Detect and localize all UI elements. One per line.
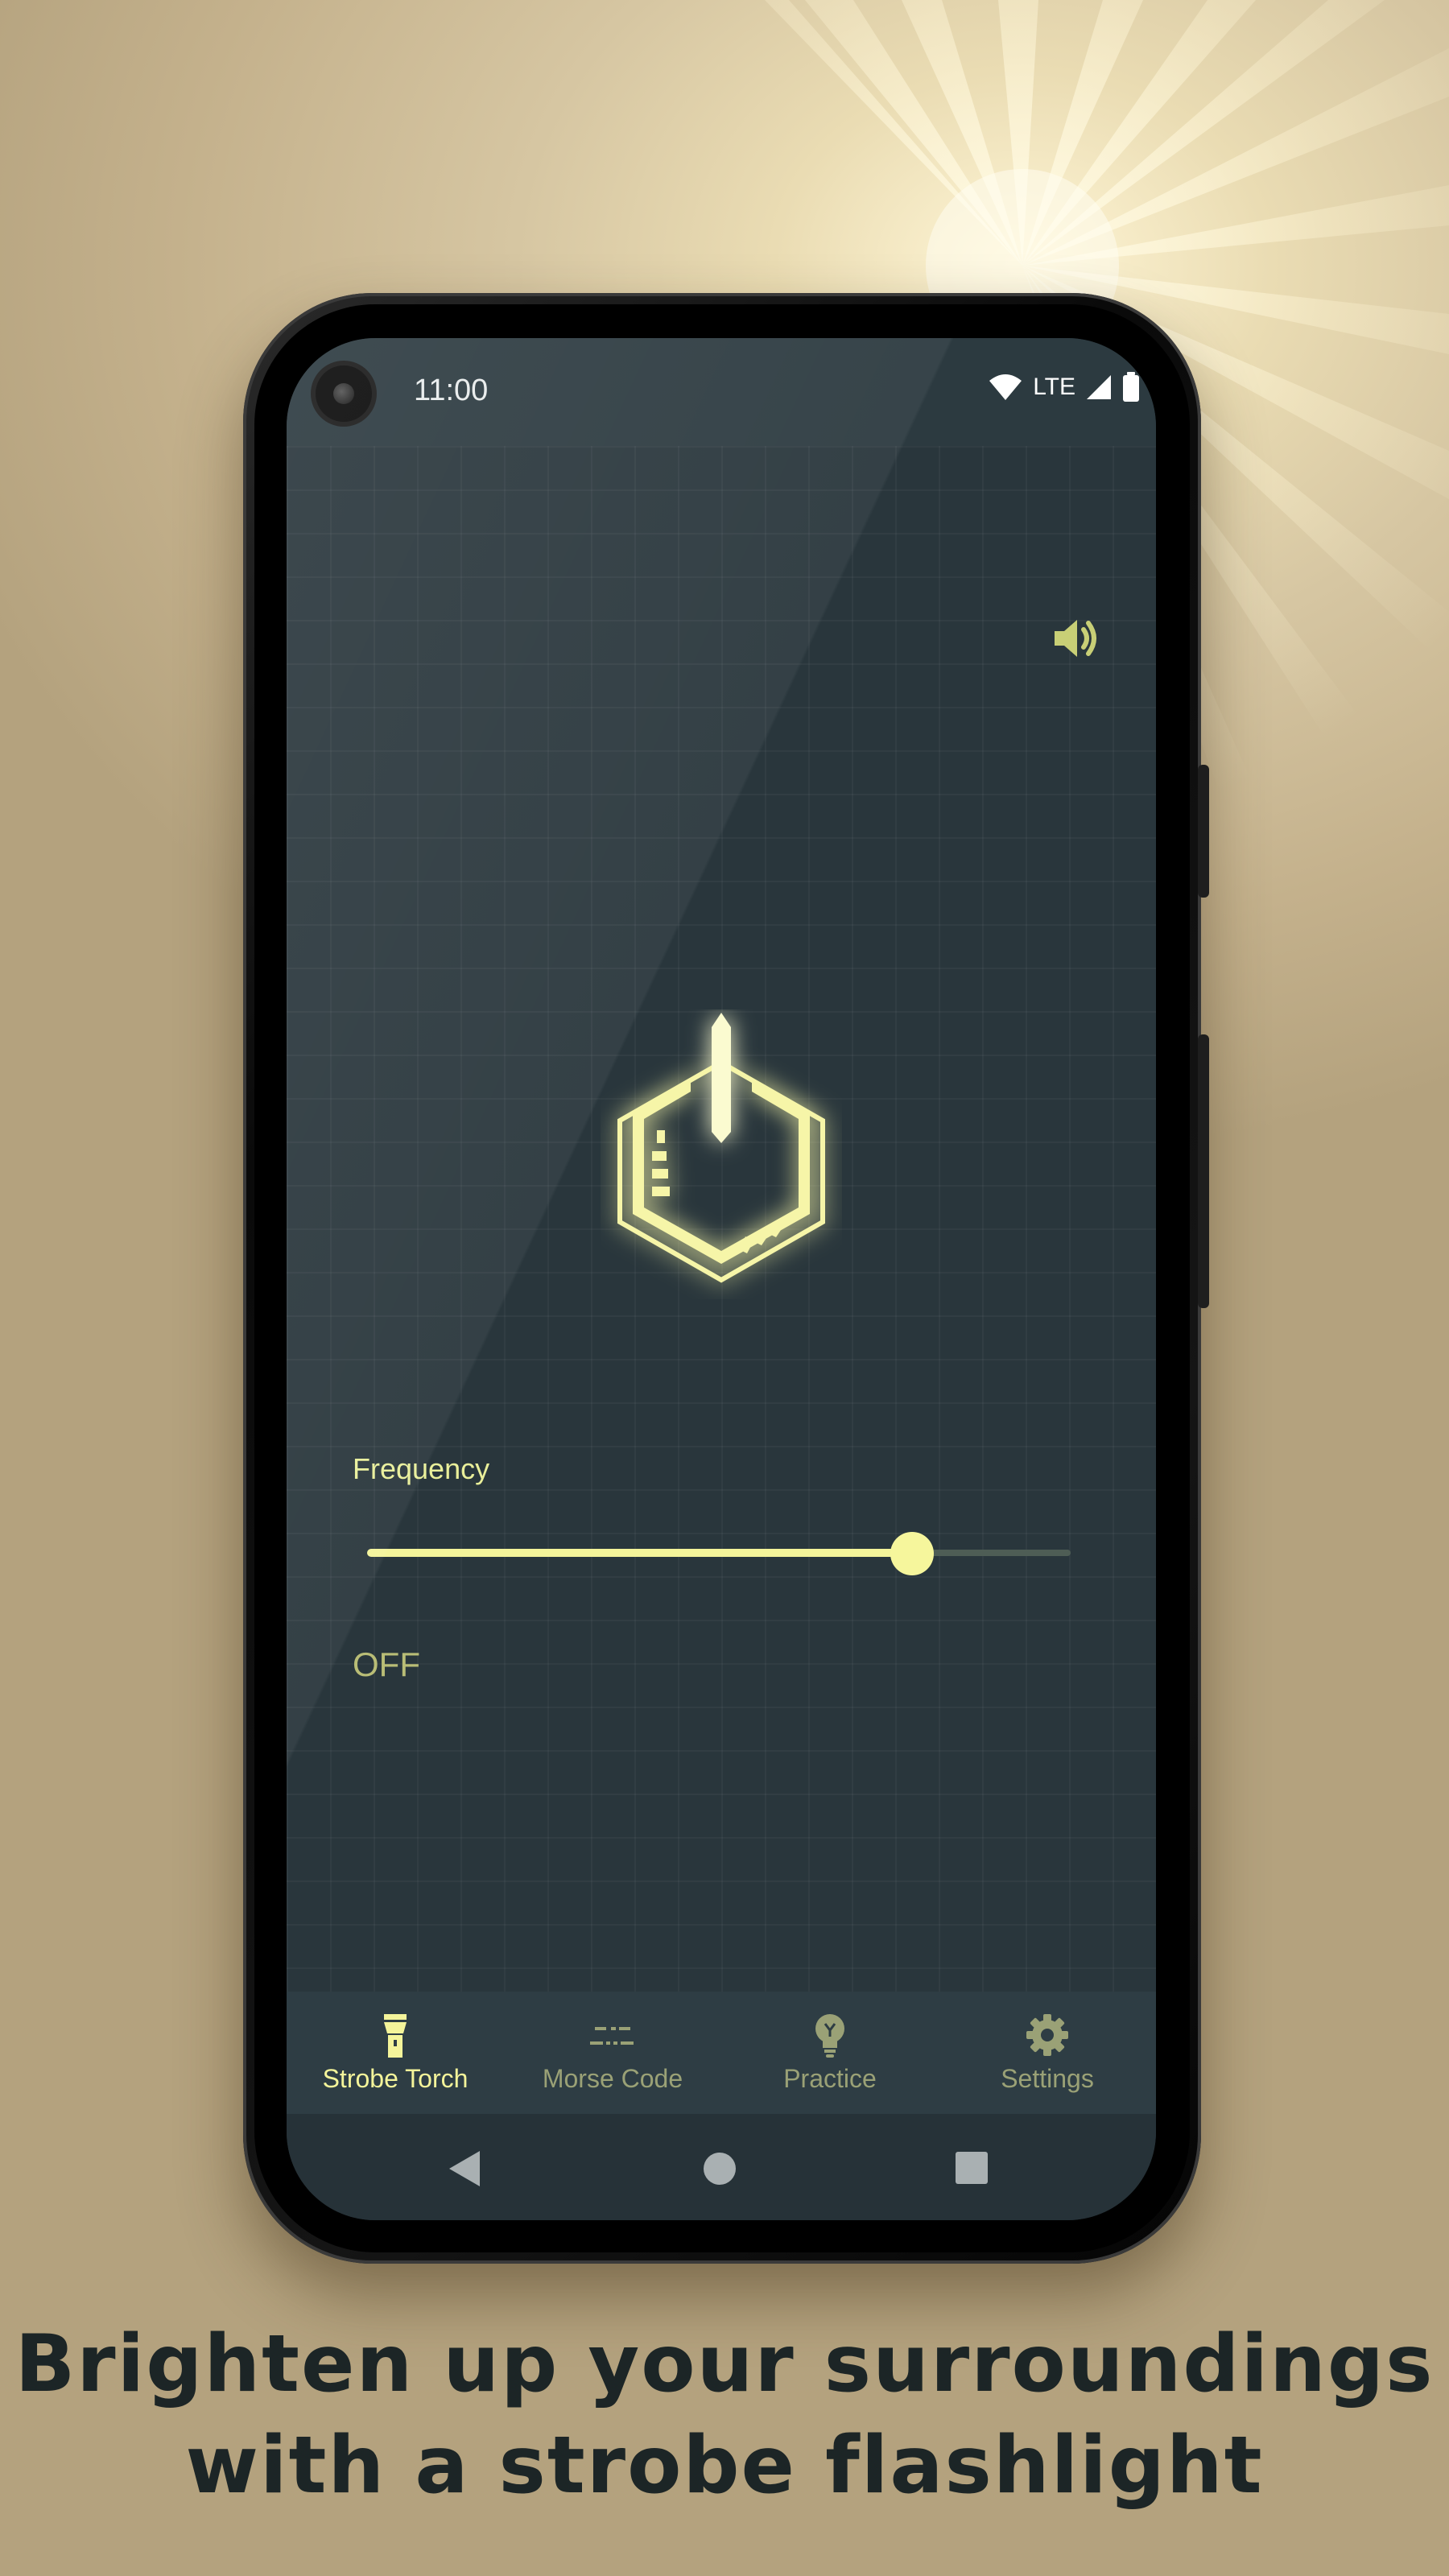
- bottom-navigation: Strobe Torch Morse Code Practice Setting…: [287, 1992, 1156, 2114]
- strobe-content: Frequency OFF: [287, 446, 1156, 1992]
- system-navigation-bar: [287, 2114, 1156, 2220]
- nav-label-strobe-torch: Strobe Torch: [322, 2064, 469, 2093]
- status-icons: LTE: [988, 372, 1140, 402]
- nav-tab-practice[interactable]: Practice: [721, 1992, 939, 2114]
- network-type: LTE: [1033, 374, 1075, 400]
- wifi-icon: [989, 374, 1022, 400]
- status-bar: 11:00 LTE: [287, 338, 1156, 446]
- slider-fill: [367, 1549, 912, 1557]
- status-time: 11:00: [414, 374, 489, 407]
- lightbulb-icon: [815, 2014, 844, 2058]
- phone-volume-button: [1198, 765, 1209, 898]
- strobe-state-label: OFF: [353, 1645, 420, 1683]
- recents-icon[interactable]: [955, 2151, 989, 2185]
- frequency-label: Frequency: [353, 1452, 490, 1485]
- nav-label-settings: Settings: [1001, 2064, 1094, 2093]
- back-icon[interactable]: [448, 2149, 483, 2188]
- battery-icon: [1123, 372, 1139, 402]
- front-camera: [316, 365, 372, 422]
- cell-signal-icon: [1087, 375, 1111, 399]
- nav-tab-morse-code[interactable]: Morse Code: [504, 1992, 721, 2114]
- caption-line-2: with a strobe flashlight: [185, 2420, 1264, 2512]
- caption-line-1: Brighten up your surroundings: [14, 2318, 1435, 2410]
- app-screen: 11:00 LTE Frequency OFF Strobe Torch Mor…: [287, 338, 1156, 2220]
- hexagon-power-icon[interactable]: [601, 1009, 842, 1299]
- home-icon[interactable]: [702, 2151, 737, 2186]
- nav-label-practice: Practice: [783, 2064, 877, 2093]
- gear-icon: [1026, 2014, 1068, 2056]
- nav-tab-strobe-torch[interactable]: Strobe Torch: [287, 1992, 504, 2114]
- nav-label-morse-code: Morse Code: [542, 2064, 683, 2093]
- flashlight-icon: [384, 2014, 407, 2058]
- nav-tab-settings[interactable]: Settings: [939, 1992, 1156, 2114]
- morse-dash-dot-icon: [590, 2027, 634, 2045]
- speaker-icon[interactable]: [1048, 610, 1104, 667]
- phone-power-button: [1198, 1034, 1209, 1308]
- slider-thumb[interactable]: [890, 1532, 934, 1575]
- frequency-slider[interactable]: [367, 1529, 1075, 1577]
